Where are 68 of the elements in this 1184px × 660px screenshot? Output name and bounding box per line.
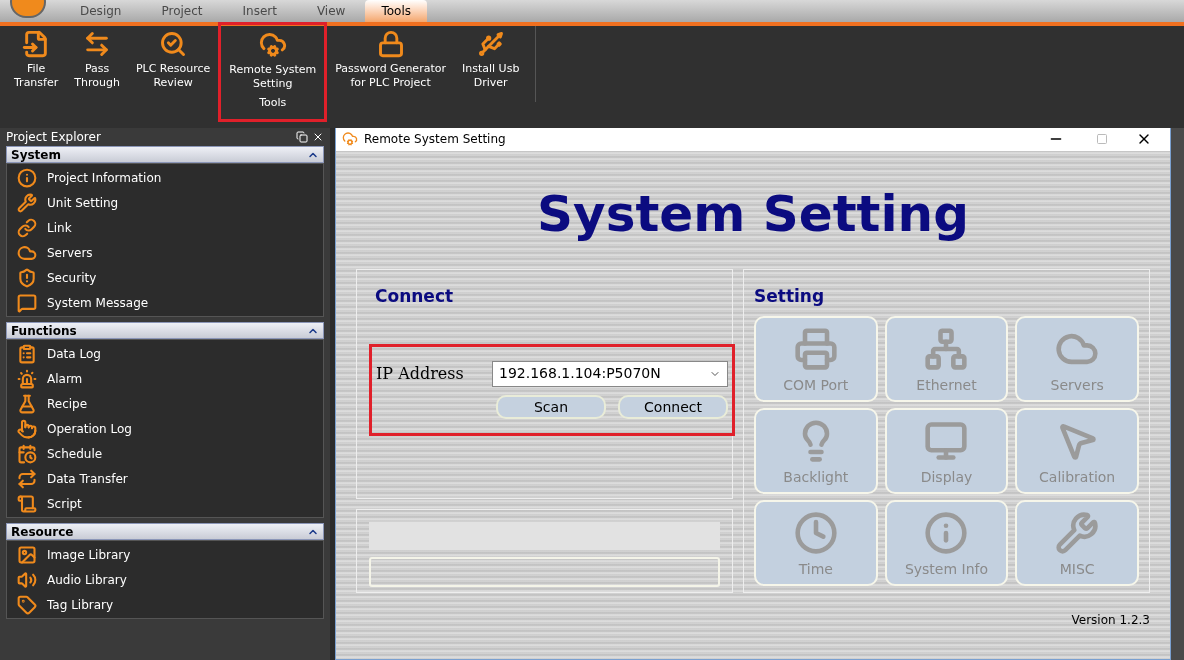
explorer-item[interactable]: Data Log: [7, 341, 323, 366]
calendar-clock-icon: [17, 443, 37, 464]
explorer-item[interactable]: Recipe: [7, 391, 323, 416]
explorer-item[interactable]: Script: [7, 491, 323, 516]
tag-icon: [17, 594, 37, 615]
float-icon[interactable]: [296, 131, 308, 143]
ribbon-tab[interactable]: Insert: [222, 0, 297, 22]
window-title: Remote System Setting: [364, 131, 507, 148]
ribbon-tab[interactable]: Tools: [365, 0, 427, 22]
explorer-item[interactable]: Unit Setting: [7, 190, 323, 215]
message-icon: [17, 292, 37, 313]
hand-pointer-icon: [17, 418, 37, 439]
wrench-icon: [17, 192, 37, 213]
dialog-button[interactable]: Connect: [618, 394, 728, 419]
explorer-item[interactable]: Alarm: [7, 366, 323, 391]
network-icon: [924, 326, 969, 371]
explorer-item[interactable]: Image Library: [7, 542, 323, 567]
panel-title: Project Explorer: [6, 129, 102, 146]
ribbon-tab[interactable]: Design: [60, 0, 142, 22]
dialog-button[interactable]: Scan: [496, 394, 606, 419]
panel-heading: Connect: [375, 285, 455, 308]
cloud-gear-icon: [258, 31, 287, 59]
ribbon-button[interactable]: PLC Resource Review: [131, 26, 215, 90]
ribbon-button[interactable]: Install Usb Driver: [458, 26, 524, 90]
info-icon: [924, 510, 969, 555]
section-header[interactable]: Resource: [6, 523, 324, 540]
ribbon-button[interactable]: Password Generator for PLC Project: [331, 26, 450, 90]
usb-icon: [476, 30, 505, 58]
script-icon: [17, 493, 37, 514]
speaker-icon: [17, 569, 37, 590]
cloud-gear-icon: [342, 131, 358, 147]
ip-label: IP Address: [376, 362, 465, 385]
ribbon-button[interactable]: File Transfer: [10, 26, 63, 90]
version-label: Version 1.2.3: [1071, 612, 1150, 629]
section-header[interactable]: Functions: [6, 322, 324, 339]
close-icon[interactable]: [312, 131, 324, 143]
explorer-item[interactable]: Tag Library: [7, 592, 323, 617]
explorer-item[interactable]: Link: [7, 215, 323, 240]
padlock-icon: [376, 30, 405, 58]
explorer-item[interactable]: Audio Library: [7, 567, 323, 592]
image-icon: [17, 544, 37, 565]
alarm-light-icon: [17, 368, 37, 389]
clipboard-icon: [17, 343, 37, 364]
explorer-item[interactable]: Security: [7, 265, 323, 290]
section-header[interactable]: System: [6, 146, 324, 163]
explorer-item[interactable]: Servers: [7, 240, 323, 265]
ribbon-group-label: Tools: [259, 95, 287, 111]
panel-heading: Setting: [754, 285, 826, 308]
transfer-icon: [17, 468, 37, 489]
ribbon-button[interactable]: Pass Through: [70, 26, 124, 90]
port-icon: [793, 326, 838, 371]
flask-icon: [17, 393, 37, 414]
explorer-item[interactable]: Schedule: [7, 441, 323, 466]
wrench-icon: [1055, 510, 1100, 555]
explorer-item[interactable]: Project Information: [7, 165, 323, 190]
dialog-heading: System Setting: [537, 183, 969, 245]
ip-address-dropdown[interactable]: 192.168.1.104:P5070N: [492, 360, 728, 387]
explorer-item[interactable]: Data Transfer: [7, 466, 323, 491]
explorer-item[interactable]: Operation Log: [7, 416, 323, 441]
info-icon: [17, 167, 37, 188]
clock-icon: [793, 510, 838, 555]
explorer-item[interactable]: System Message: [7, 290, 323, 315]
shield-icon: [17, 267, 37, 288]
magnifier-icon: [159, 30, 188, 58]
ribbon-tab[interactable]: Project: [141, 0, 223, 22]
link-icon: [17, 217, 37, 238]
ribbon-button[interactable]: Remote System Setting: [225, 27, 321, 91]
ribbon-tab[interactable]: View: [296, 0, 366, 22]
